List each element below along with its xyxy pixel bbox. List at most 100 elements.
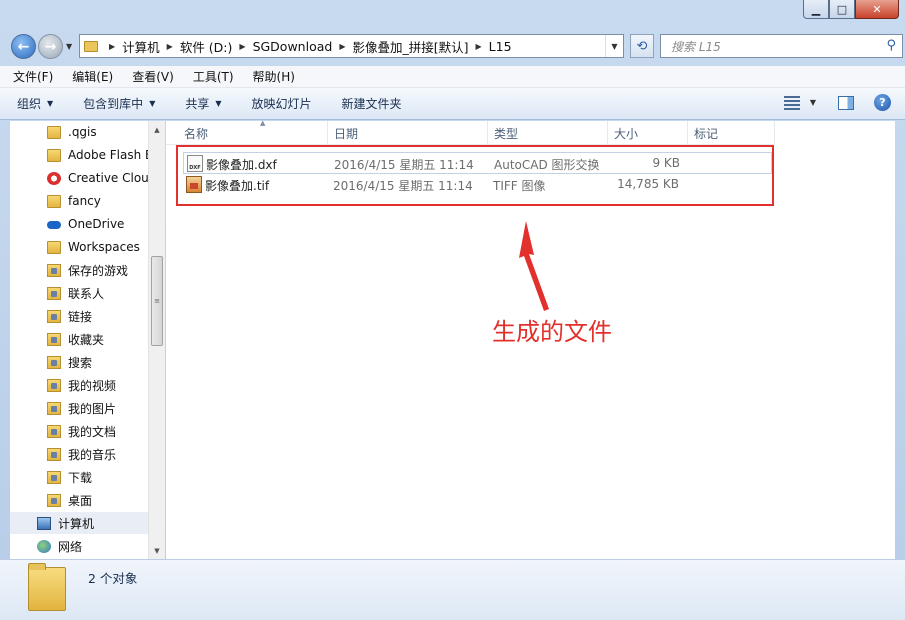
column-header-type[interactable]: 类型	[488, 121, 608, 145]
menu-file[interactable]: 文件(F)	[10, 66, 56, 87]
chevron-right-icon[interactable]: ▶	[239, 42, 245, 51]
close-button[interactable]: ✕	[855, 0, 899, 19]
network-icon	[37, 539, 51, 553]
sort-ascending-icon: ▲	[260, 119, 266, 127]
maximize-button[interactable]: □	[829, 0, 855, 19]
help-icon[interactable]: ?	[874, 94, 891, 111]
column-header-name[interactable]: 名称 ▲	[178, 119, 328, 145]
share-label: 共享	[185, 97, 210, 111]
nav-item-music[interactable]: 我的音乐	[10, 443, 116, 465]
navigation-row: ← → ▼ ▶ 计算机 ▶ 软件 (D:) ▶ SGDownload ▶ 影像叠…	[8, 30, 903, 60]
view-options-icon[interactable]	[783, 95, 800, 110]
nav-item-videos[interactable]: 我的视频	[10, 374, 116, 396]
address-history-dropdown[interactable]: ▼	[605, 35, 623, 57]
folder-icon	[47, 148, 61, 162]
nav-item-label: fancy	[68, 194, 101, 208]
breadcrumb-drive[interactable]: 软件 (D:)	[180, 37, 233, 56]
view-controls: ▼ ?	[783, 94, 891, 111]
favorites-icon	[47, 332, 61, 346]
nav-item-label: 计算机	[58, 516, 95, 531]
scroll-down-icon[interactable]: ▼	[149, 542, 165, 559]
chevron-down-icon: ▼	[47, 99, 54, 108]
navigation-scrollbar[interactable]: ▲ ≡ ▼	[148, 121, 165, 559]
search-input[interactable]: 搜索 L15 ⚲	[660, 34, 903, 58]
menu-edit[interactable]: 编辑(E)	[69, 66, 116, 87]
chevron-right-icon[interactable]: ▶	[109, 42, 115, 51]
item-count: 2 个对象	[88, 571, 138, 586]
menu-help[interactable]: 帮助(H)	[250, 66, 298, 87]
nav-item-fancy[interactable]: fancy	[10, 190, 101, 212]
share-button[interactable]: 共享 ▼	[185, 95, 221, 112]
details-pane: 2 个对象	[0, 559, 905, 620]
refresh-button[interactable]: ⟲	[630, 34, 654, 58]
column-header-date[interactable]: 日期	[328, 121, 488, 145]
scrollbar-thumb[interactable]: ≡	[151, 256, 163, 346]
links-icon	[47, 309, 61, 323]
breadcrumb-computer[interactable]: 计算机	[122, 37, 160, 56]
nav-item-downloads[interactable]: 下载	[10, 466, 92, 488]
nav-item-qgis[interactable]: .qgis	[10, 121, 97, 143]
nav-item-onedrive[interactable]: OneDrive	[10, 213, 124, 235]
organize-button[interactable]: 组织 ▼	[17, 95, 53, 112]
search-placeholder: 搜索 L15	[671, 39, 721, 54]
file-list: 名称 ▲ 日期 类型 大小 标记 DXF 影像叠加.dxf 2016/4/15 …	[166, 119, 895, 559]
music-icon	[47, 447, 61, 461]
nav-item-contacts[interactable]: 联系人	[10, 282, 104, 304]
column-type-label: 类型	[494, 126, 519, 141]
nav-item-pictures[interactable]: 我的图片	[10, 397, 116, 419]
column-date-label: 日期	[334, 126, 359, 141]
breadcrumb-current[interactable]: L15	[489, 39, 512, 54]
nav-item-label: 网络	[58, 539, 83, 554]
new-folder-button[interactable]: 新建文件夹	[342, 95, 402, 112]
include-in-library-button[interactable]: 包含到库中 ▼	[83, 95, 155, 112]
menu-tools[interactable]: 工具(T)	[190, 66, 237, 87]
minimize-button[interactable]: ▁	[803, 0, 829, 19]
pictures-icon	[47, 401, 61, 415]
chevron-right-icon[interactable]: ▶	[167, 42, 173, 51]
menu-bar: 文件(F) 编辑(E) 查看(V) 工具(T) 帮助(H)	[0, 66, 905, 88]
recent-pages-dropdown[interactable]: ▼	[66, 42, 72, 51]
nav-item-favorites[interactable]: 收藏夹	[10, 328, 104, 350]
folder-icon	[47, 194, 61, 208]
nav-item-label: 我的图片	[68, 401, 117, 416]
column-header-size[interactable]: 大小	[608, 121, 688, 145]
forward-button[interactable]: →	[38, 34, 63, 59]
chevron-right-icon[interactable]: ▶	[476, 42, 482, 51]
view-dropdown[interactable]: ▼	[810, 98, 816, 107]
creative-cloud-icon	[47, 171, 61, 185]
preview-pane-icon[interactable]	[838, 95, 854, 110]
nav-item-network[interactable]: 网络	[10, 535, 82, 557]
breadcrumb-project[interactable]: 影像叠加_拼接[默认]	[352, 37, 468, 56]
arrow-right-icon: →	[44, 38, 57, 55]
scroll-up-icon[interactable]: ▲	[149, 121, 165, 138]
nav-item-computer[interactable]: 计算机	[10, 512, 148, 534]
nav-item-creative-cloud[interactable]: Creative Cloud Files	[10, 167, 148, 189]
slideshow-button[interactable]: 放映幻灯片	[252, 95, 312, 112]
annotation-text: 生成的文件	[492, 318, 612, 346]
breadcrumb: ▶ 计算机 ▶ 软件 (D:) ▶ SGDownload ▶ 影像叠加_拼接[默…	[102, 37, 512, 56]
chevron-right-icon[interactable]: ▶	[339, 42, 345, 51]
nav-item-saved-games[interactable]: 保存的游戏	[10, 259, 128, 281]
nav-item-label: Adobe Flash Builder	[68, 148, 148, 162]
column-header-tags[interactable]: 标记	[688, 121, 775, 145]
search-icon[interactable]: ⚲	[886, 38, 896, 53]
folder-icon	[47, 125, 61, 139]
breadcrumb-sgdownload[interactable]: SGDownload	[253, 39, 333, 54]
menu-view[interactable]: 查看(V)	[129, 66, 177, 87]
nav-item-workspaces[interactable]: Workspaces	[10, 236, 140, 258]
nav-item-label: 联系人	[68, 286, 105, 301]
nav-item-desktop[interactable]: 桌面	[10, 489, 92, 511]
command-bar: 组织 ▼ 包含到库中 ▼ 共享 ▼ 放映幻灯片 新建文件夹 ▼ ?	[0, 88, 905, 120]
folder-icon	[47, 240, 61, 254]
column-tags-label: 标记	[694, 126, 719, 141]
back-button[interactable]: ←	[11, 34, 36, 59]
address-bar[interactable]: ▶ 计算机 ▶ 软件 (D:) ▶ SGDownload ▶ 影像叠加_拼接[默…	[79, 34, 624, 58]
column-name-label: 名称	[184, 126, 209, 141]
nav-item-documents[interactable]: 我的文档	[10, 420, 116, 442]
nav-item-links[interactable]: 链接	[10, 305, 92, 327]
nav-item-adobe-flash[interactable]: Adobe Flash Builder	[10, 144, 148, 166]
nav-item-searches[interactable]: 搜索	[10, 351, 92, 373]
refresh-icon: ⟲	[636, 38, 648, 54]
nav-item-label: OneDrive	[68, 217, 125, 231]
nav-item-label: Creative Cloud Files	[68, 171, 148, 185]
